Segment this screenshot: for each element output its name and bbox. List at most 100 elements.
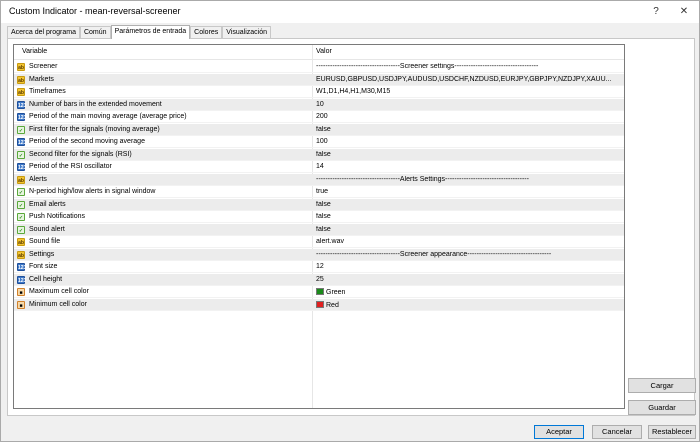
parameter-row[interactable]: ✓ Sound alert false bbox=[14, 223, 624, 236]
string-icon: ab bbox=[17, 175, 25, 184]
grid-header: Variable Valor bbox=[14, 45, 624, 60]
parameter-name: Period of the main moving average (avera… bbox=[29, 113, 187, 120]
string-icon: ab bbox=[17, 250, 25, 259]
parameter-name: First filter for the signals (moving ave… bbox=[29, 125, 160, 133]
column-header-value[interactable]: Valor bbox=[316, 48, 332, 55]
integer-icon: 123 bbox=[17, 163, 27, 171]
parameter-row[interactable]: ab Settings ------------------------------… bbox=[14, 248, 624, 261]
reset-button[interactable]: Restablecer bbox=[648, 425, 696, 439]
parameter-row[interactable]: ab Markets EURUSD,GBPUSD,USDJPY,AUDUSD,USD… bbox=[14, 73, 624, 86]
parameter-name: Settings bbox=[29, 250, 55, 258]
cancel-button[interactable]: Cancelar bbox=[592, 425, 642, 439]
parameter-row[interactable]: ✓ First filter for the signals (moving av… bbox=[14, 123, 624, 136]
string-icon: ab bbox=[17, 63, 25, 71]
color-icon: ■ bbox=[17, 288, 25, 296]
parameter-row[interactable]: 123 Cell height 25 bbox=[14, 273, 624, 286]
parameter-name: Sound file bbox=[29, 238, 61, 245]
color-name: Green bbox=[326, 289, 346, 296]
parameter-value[interactable]: 10 bbox=[316, 101, 621, 108]
help-button[interactable]: ? bbox=[643, 3, 669, 21]
integer-icon: 123 bbox=[17, 138, 27, 146]
boolean-icon: ✓ bbox=[17, 225, 25, 234]
color-icon: ■ bbox=[17, 300, 25, 309]
parameter-row[interactable]: 123 Number of bars in the extended moveme… bbox=[14, 98, 624, 111]
tab-parámetros-de-entrada[interactable]: Parámetros de entrada bbox=[110, 25, 191, 39]
parameter-value[interactable]: 25 bbox=[316, 276, 621, 283]
parameter-name: Minimum cell color bbox=[29, 300, 87, 308]
column-header-variable[interactable]: Variable bbox=[22, 48, 47, 55]
parameter-value[interactable]: ------------------------------------Scre… bbox=[316, 251, 621, 258]
parameter-name: Cell height bbox=[29, 275, 63, 283]
parameter-value[interactable]: ------------------------------------Scre… bbox=[316, 63, 621, 70]
parameter-name: Push Notifications bbox=[29, 213, 86, 220]
parameter-name: Timeframes bbox=[29, 88, 66, 95]
parameter-row[interactable]: ✓ Email alerts false bbox=[14, 198, 624, 211]
parameter-row[interactable]: 123 Font size 12 bbox=[14, 261, 624, 273]
parameter-name: Email alerts bbox=[29, 200, 66, 208]
string-icon: ab bbox=[17, 238, 25, 246]
input-parameters-panel: Variable Valor ab Screener ---------------… bbox=[7, 38, 696, 416]
parameters-grid: Variable Valor ab Screener ---------------… bbox=[13, 44, 625, 409]
parameter-row[interactable]: ab Sound file alert.wav bbox=[14, 236, 624, 248]
parameter-name: Sound alert bbox=[29, 225, 65, 233]
parameter-value[interactable]: false bbox=[316, 126, 621, 133]
parameter-value[interactable]: alert.wav bbox=[316, 238, 621, 245]
parameter-value[interactable]: Red bbox=[316, 300, 621, 309]
parameter-value[interactable]: 14 bbox=[316, 163, 621, 170]
string-icon: ab bbox=[17, 75, 25, 84]
color-swatch bbox=[316, 300, 324, 308]
parameter-row[interactable]: 123 Period of the second moving average 10… bbox=[14, 136, 624, 148]
parameter-name: N-period high/low alerts in signal windo… bbox=[29, 188, 156, 195]
parameter-name: Markets bbox=[29, 75, 54, 83]
parameter-value[interactable]: 12 bbox=[316, 263, 621, 270]
parameter-row[interactable]: ab Timeframes W1,D1,H4,H1,M30,M15 bbox=[14, 86, 624, 98]
parameter-value[interactable]: false bbox=[316, 213, 621, 220]
parameter-value[interactable]: false bbox=[316, 151, 621, 158]
parameter-row[interactable]: ab Screener ------------------------------… bbox=[14, 61, 624, 73]
integer-icon: 123 bbox=[17, 275, 27, 284]
close-button[interactable]: ✕ bbox=[671, 3, 697, 21]
boolean-icon: ✓ bbox=[17, 200, 25, 209]
parameter-value[interactable]: EURUSD,GBPUSD,USDJPY,AUDUSD,USDCHF,NZDUS… bbox=[316, 76, 621, 83]
boolean-icon: ✓ bbox=[17, 188, 25, 196]
parameter-value[interactable]: ------------------------------------Aler… bbox=[316, 176, 621, 183]
boolean-icon: ✓ bbox=[17, 125, 25, 134]
tab-bar: Acerca del programa Común Parámetros de en… bbox=[7, 25, 272, 39]
parameter-value[interactable]: W1,D1,H4,H1,M30,M15 bbox=[316, 88, 621, 95]
parameter-name: Second filter for the signals (RSI) bbox=[29, 150, 132, 158]
dialog-window: Custom Indicator - mean-reversal-screene… bbox=[0, 0, 700, 442]
parameter-name: Font size bbox=[29, 263, 58, 270]
parameter-value[interactable]: 100 bbox=[316, 138, 621, 145]
save-button[interactable]: Guardar bbox=[628, 400, 696, 415]
parameter-row[interactable]: ■ Maximum cell color Green bbox=[14, 286, 624, 298]
parameter-name: Period of the RSI oscillator bbox=[29, 163, 112, 170]
parameter-value[interactable]: 200 bbox=[316, 113, 621, 120]
window-title: Custom Indicator - mean-reversal-screene… bbox=[9, 6, 181, 16]
parameter-name: Alerts bbox=[29, 175, 47, 183]
parameter-value[interactable]: false bbox=[316, 201, 621, 208]
parameter-row[interactable]: ✓ N-period high/low alerts in signal wind… bbox=[14, 186, 624, 198]
parameter-row[interactable]: ✓ Push Notifications false bbox=[14, 211, 624, 223]
color-swatch bbox=[316, 288, 324, 295]
parameter-name: Number of bars in the extended movement bbox=[29, 100, 162, 108]
parameter-row[interactable]: ■ Minimum cell color Red bbox=[14, 298, 624, 311]
parameter-value[interactable]: true bbox=[316, 188, 621, 195]
parameter-name: Period of the second moving average bbox=[29, 138, 145, 145]
parameter-row[interactable]: ab Alerts --------------------------------… bbox=[14, 173, 624, 186]
parameter-row[interactable]: 123 Period of the main moving average (av… bbox=[14, 111, 624, 123]
parameter-row[interactable]: 123 Period of the RSI oscillator 14 bbox=[14, 161, 624, 173]
parameter-name: Screener bbox=[29, 63, 58, 70]
integer-icon: 123 bbox=[17, 100, 27, 109]
parameter-name: Maximum cell color bbox=[29, 288, 89, 295]
load-button[interactable]: Cargar bbox=[628, 378, 696, 393]
title-bar: Custom Indicator - mean-reversal-screene… bbox=[1, 1, 699, 23]
boolean-icon: ✓ bbox=[17, 213, 25, 221]
parameter-value[interactable]: false bbox=[316, 226, 621, 233]
integer-icon: 123 bbox=[17, 263, 27, 271]
boolean-icon: ✓ bbox=[17, 150, 25, 159]
integer-icon: 123 bbox=[17, 113, 27, 121]
parameter-row[interactable]: ✓ Second filter for the signals (RSI) fals… bbox=[14, 148, 624, 161]
ok-button[interactable]: Aceptar bbox=[534, 425, 584, 439]
parameter-value[interactable]: Green bbox=[316, 288, 621, 296]
string-icon: ab bbox=[17, 88, 25, 96]
